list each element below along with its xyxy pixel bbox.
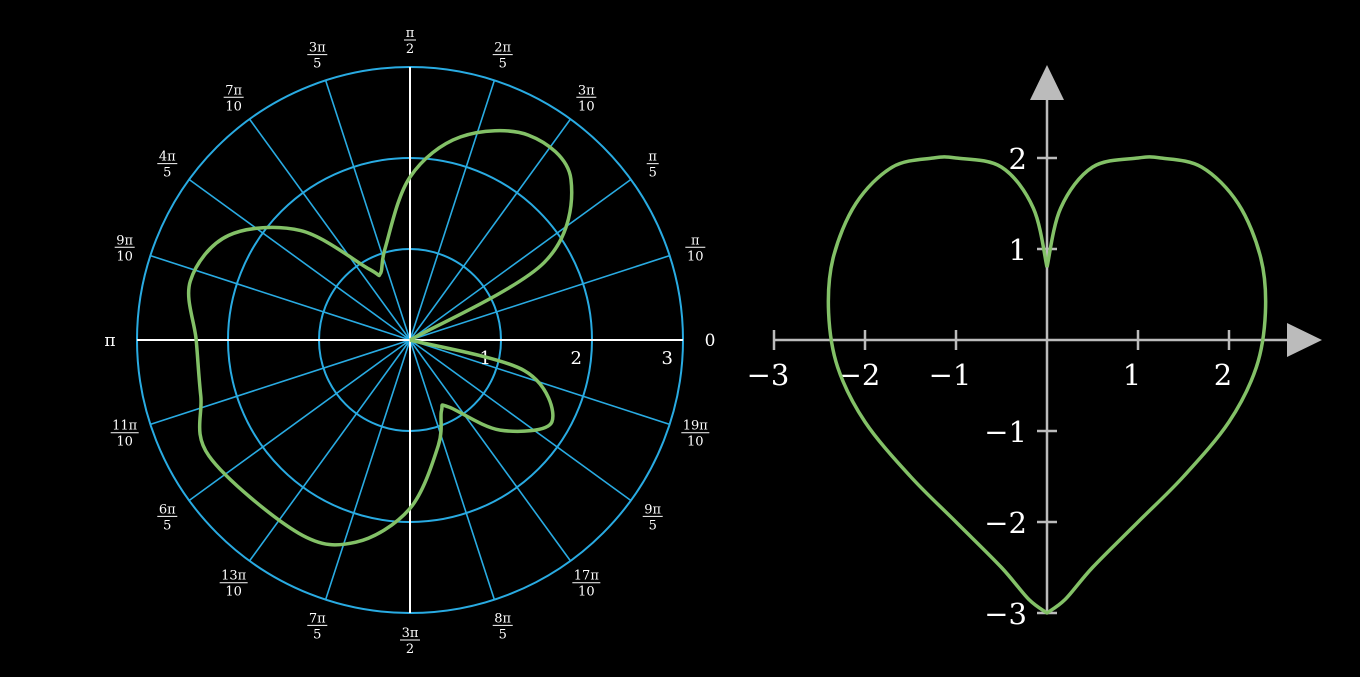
polar-angle-numerator: 4π — [159, 150, 176, 165]
polar-angle-denominator: 5 — [163, 518, 171, 533]
y-tick-label: 1 — [1009, 233, 1027, 267]
polar-angle-fraction: 4π5 — [157, 150, 178, 181]
polar-angle-numerator: 7π — [309, 611, 326, 626]
polar-angle-label: 0 — [705, 331, 716, 351]
x-tick-label: −1 — [929, 358, 972, 392]
polar-angle-fraction: 3π10 — [576, 83, 597, 114]
polar-angle-numerator: 13π — [221, 569, 247, 584]
polar-angle-fraction: 7π5 — [307, 611, 328, 642]
figure-svg: 0π10π53π102π5π23π57π104π59π10π11π106π513… — [104, 26, 1322, 657]
polar-grid-spoke — [409, 178, 632, 341]
x-tick-label: 2 — [1214, 358, 1232, 392]
polar-angle-denominator: 5 — [313, 627, 321, 642]
polar-angle-denominator: 5 — [163, 166, 171, 181]
y-tick-label: −2 — [984, 506, 1027, 540]
polar-angle-denominator: 10 — [225, 585, 242, 600]
polar-angle-denominator: 10 — [687, 435, 704, 450]
polar-grid-spoke — [150, 339, 411, 426]
polar-angle-fraction: 13π10 — [219, 569, 248, 600]
polar-angle-fraction: π5 — [646, 150, 659, 181]
polar-grid-spoke — [409, 339, 496, 600]
polar-angle-numerator: π — [691, 233, 700, 248]
polar-angle-numerator: 2π — [494, 41, 511, 56]
polar-angle-denominator: 10 — [225, 99, 242, 114]
polar-angle-fraction: 2π5 — [492, 41, 513, 72]
polar-angle-fraction: 7π10 — [223, 83, 244, 114]
polar-angle-numerator: 19π — [683, 419, 709, 434]
polar-angle-label: π — [104, 331, 115, 351]
polar-angle-numerator: 9π — [644, 502, 661, 517]
y-axis-arrowhead — [1030, 65, 1064, 100]
polar-grid-spoke — [324, 339, 411, 600]
polar-angle-numerator: 11π — [112, 419, 138, 434]
x-tick-label: −3 — [747, 358, 790, 392]
polar-angle-fraction: 3π5 — [307, 41, 328, 72]
polar-angle-denominator: 2 — [406, 642, 414, 657]
polar-angle-fraction: 3π2 — [400, 626, 420, 657]
polar-radius-label: 3 — [662, 348, 673, 369]
polar-angle-fraction: 9π10 — [114, 233, 135, 264]
polar-angle-fraction: 6π5 — [157, 502, 178, 533]
figure-canvas: 0 π 10 π 5 3π 10 2π 5 π 2 3π 5 7π 10 4π 5 9π 10 π 11π 10 6π 5 13… — [0, 0, 1360, 677]
polar-angle-fraction: 9π5 — [642, 502, 663, 533]
y-tick-label: −3 — [984, 597, 1027, 631]
polar-angle-fraction: π2 — [404, 26, 416, 57]
polar-radius-labels: 123 — [480, 348, 673, 369]
polar-grid-spoke — [188, 339, 411, 502]
polar-angle-numerator: 7π — [225, 83, 242, 98]
x-axis-arrowhead — [1287, 323, 1322, 357]
polar-angle-denominator: 10 — [116, 249, 133, 264]
polar-angle-denominator: 10 — [116, 435, 133, 450]
polar-angle-numerator: π — [406, 26, 415, 41]
polar-angle-numerator: 6π — [159, 502, 176, 517]
polar-angle-numerator: π — [648, 150, 657, 165]
cartesian-axes — [772, 65, 1322, 615]
polar-angle-denominator: 2 — [406, 42, 414, 57]
polar-grid-spoke — [409, 339, 572, 562]
polar-angle-denominator: 10 — [578, 585, 595, 600]
polar-angle-denominator: 5 — [499, 627, 507, 642]
polar-angle-numerator: 8π — [494, 611, 511, 626]
polar-grid-spoke — [409, 339, 632, 502]
polar-radius-label: 2 — [571, 348, 582, 369]
y-tick-label: 2 — [1009, 142, 1027, 176]
polar-angle-numerator: 3π — [309, 41, 326, 56]
polar-angle-denominator: 5 — [649, 518, 657, 533]
polar-angle-fraction: 8π5 — [492, 611, 513, 642]
polar-angle-denominator: 5 — [499, 57, 507, 72]
polar-angle-denominator: 5 — [313, 57, 321, 72]
y-tick-label: −1 — [984, 415, 1027, 449]
polar-angle-numerator: 3π — [578, 83, 595, 98]
polar-angle-numerator: 17π — [574, 569, 600, 584]
polar-grid-spoke — [409, 80, 496, 341]
polar-grid-spoke — [248, 118, 411, 341]
polar-angle-numerator: 9π — [116, 233, 133, 248]
polar-angle-numerator: 3π — [402, 626, 419, 641]
polar-angle-denominator: 5 — [649, 166, 657, 181]
polar-angle-denominator: 10 — [578, 99, 595, 114]
x-tick-label: 1 — [1123, 358, 1141, 392]
polar-angle-fraction: 19π10 — [681, 419, 710, 450]
polar-angle-fraction: 17π10 — [572, 569, 601, 600]
cartesian-tick-labels: −3 −2 −1 1 221−1−2−3 — [747, 142, 1233, 631]
polar-angle-denominator: 10 — [687, 249, 704, 264]
polar-angle-fraction: 11π10 — [110, 419, 139, 450]
polar-angle-fraction: π10 — [685, 233, 706, 264]
polar-grid-spoke — [188, 178, 411, 341]
